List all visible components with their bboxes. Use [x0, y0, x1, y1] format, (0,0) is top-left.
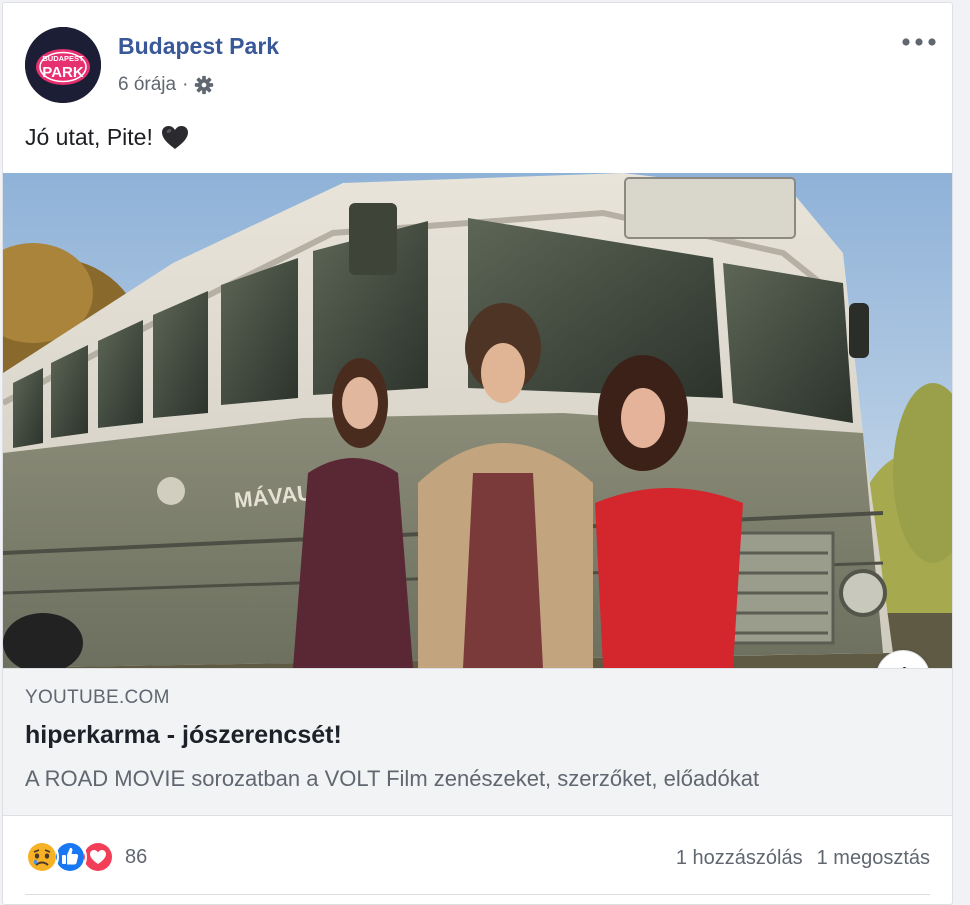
link-domain: YOUTUBE.COM: [25, 687, 170, 708]
link-preview-meta[interactable]: YOUTUBE.COM hiperkarma - jószerencsét! A…: [3, 668, 952, 816]
link-preview-image[interactable]: MÁVAUT: [3, 173, 952, 668]
post-message: Jó utat, Pite!: [25, 124, 189, 151]
link-title[interactable]: hiperkarma - jószerencsét!: [25, 721, 342, 750]
engagement-counts: 1 hozzászólás 1 megosztás: [676, 847, 930, 870]
logo-text-top: BUDAPEST: [42, 54, 84, 63]
post-message-text: Jó utat, Pite!: [25, 124, 153, 150]
post-timestamp[interactable]: 6 órája: [118, 74, 176, 96]
budapest-park-logo: BUDAPEST PARK: [25, 27, 101, 103]
sad-icon: [25, 840, 59, 874]
logo-text-bottom: PARK: [42, 64, 84, 81]
page-name-link[interactable]: Budapest Park: [118, 33, 279, 60]
meta-separator: ·: [182, 74, 189, 95]
shares-count-link[interactable]: 1 megosztás: [817, 847, 930, 870]
reaction-count[interactable]: 86: [125, 846, 147, 869]
gear-icon[interactable]: [193, 74, 215, 96]
post-header: BUDAPEST PARK Budapest Park 6 órája ·: [3, 3, 952, 113]
black-heart-icon: [161, 125, 188, 149]
post-meta: 6 órája ·: [118, 73, 215, 97]
link-description: A ROAD MOVIE sorozatban a VOLT Film zené…: [25, 766, 760, 791]
post-footer: 86 1 hozzászólás 1 megosztás: [3, 816, 952, 904]
feed-post: BUDAPEST PARK Budapest Park 6 órája · Jó…: [2, 2, 953, 905]
link-preview-card[interactable]: MÁVAUT i YOUTUBE.COM hiperkarma - jószer…: [3, 173, 952, 816]
bus-photo-illustration: MÁVAUT: [3, 173, 952, 668]
reactions-summary[interactable]: 86: [25, 840, 147, 874]
footer-divider: [25, 894, 930, 895]
more-options-icon[interactable]: [900, 31, 938, 53]
page-avatar[interactable]: BUDAPEST PARK: [25, 27, 101, 103]
comments-count-link[interactable]: 1 hozzászólás: [676, 847, 803, 870]
